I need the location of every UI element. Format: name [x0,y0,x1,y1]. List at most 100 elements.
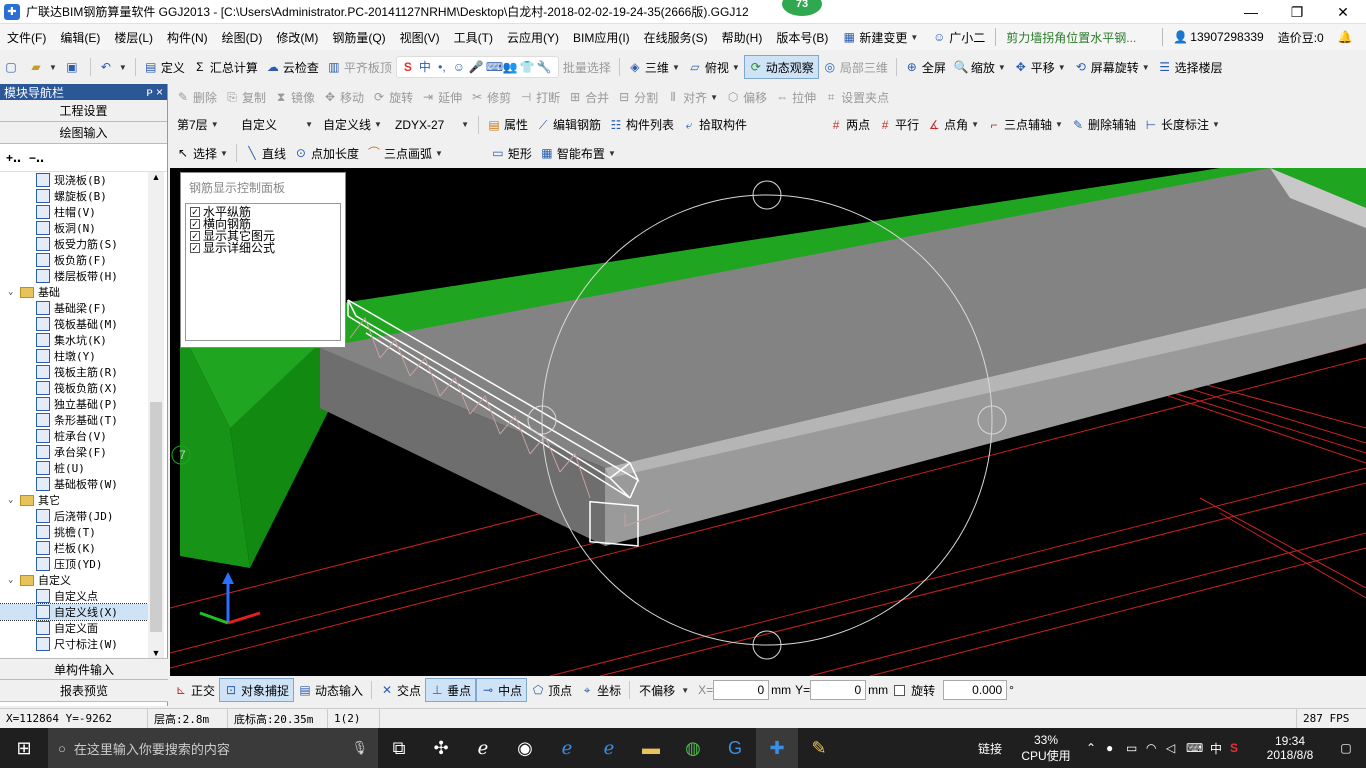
pin-icon[interactable]: ᴘ [146,85,152,99]
tree-scrollbar[interactable]: ▲ ▼ [148,172,164,658]
tree-item[interactable]: 板受力筋(S) [0,236,148,252]
scroll-down-icon[interactable]: ▼ [148,648,164,658]
tree-item[interactable]: 尺寸标注(W) [0,636,148,652]
tree-item[interactable]: 桩(U) [0,460,148,476]
tree-item[interactable]: 柱帽(V) [0,204,148,220]
two-points-button[interactable]: # 两点 [825,113,874,137]
copy-button[interactable]: ⎘ 复制 [221,85,270,109]
drawing-input-button[interactable]: 绘图输入 [0,122,167,144]
notes-app-icon[interactable]: ✎ [798,728,840,768]
x-input[interactable]: 0 [713,680,770,700]
3d-button[interactable]: ◈ 三维 ▼ [624,55,684,79]
menu-view[interactable]: 视图(V) [393,24,447,50]
collapse-chevron-icon[interactable]: ⌄ [8,495,18,505]
menu-rebar[interactable]: 钢筋量(Q) [325,24,392,50]
break-button[interactable]: ⊣ 打断 [515,85,564,109]
menu-help[interactable]: 帮助(H) [715,24,770,50]
restore-button[interactable]: ❐ [1274,0,1320,24]
tree-item[interactable]: 螺旋板(B) [0,188,148,204]
mirror-button[interactable]: ⧗ 镜像 [270,85,319,109]
scroll-up-icon[interactable]: ▲ [148,172,164,182]
user-account[interactable]: 👤 13907298339 [1166,24,1270,50]
property-button[interactable]: ▤ 属性 [483,113,532,137]
local-3d-button[interactable]: ◎ 局部三维 [819,55,892,79]
stretch-button[interactable]: ⇔ 拉伸 [771,85,820,109]
menu-member[interactable]: 构件(N) [160,24,215,50]
task-view-icon[interactable]: ⧉ [378,728,420,768]
ime-toolbar[interactable]: S 中 •, ☺ 🎤 ⌨ 👥 👕 🔧 [395,56,559,78]
tree-folder[interactable]: ⌄ 自定义 [0,572,148,588]
cpu-usage[interactable]: 33% CPU使用 [1016,728,1076,768]
extend-button[interactable]: ⇥ 延伸 [417,85,466,109]
guangxiaoer-button[interactable]: ☺ 广小二 [925,24,992,50]
menu-file[interactable]: 文件(F) [0,24,53,50]
menu-tools[interactable]: 工具(T) [447,24,500,50]
clock[interactable]: 19:34 2018/8/8 [1254,728,1326,768]
expand-all-icon[interactable]: +‥ [6,151,21,165]
tree-item[interactable]: 柱墩(Y) [0,348,148,364]
three-point-axis-button[interactable]: ⌐ 三点辅轴 ▼ [983,113,1067,137]
tree-item[interactable]: 基础板带(W) [0,476,148,492]
tree-item[interactable]: 后浇带(JD) [0,508,148,524]
tree-item[interactable]: 集水坑(K) [0,332,148,348]
screen-rotate-button[interactable]: ⟲ 屏幕旋转 ▼ [1070,55,1154,79]
collapse-all-icon[interactable]: −‥ [29,151,44,165]
intersection-snap-button[interactable]: ✕ 交点 [376,678,425,702]
tree-item[interactable]: 板负筋(F) [0,252,148,268]
new-change-button[interactable]: ▦ 新建变更 ▼ [835,24,925,50]
zoom-button[interactable]: 🔍 缩放 ▼ [950,55,1010,79]
battery-icon[interactable]: ▭ [1126,728,1146,768]
tree-item[interactable]: 栏板(K) [0,540,148,556]
tree-item[interactable]: 基础梁(F) [0,300,148,316]
file-explorer-icon[interactable]: ▬ [630,728,672,768]
edge-icon[interactable]: ℯ [546,728,588,768]
rotate-button[interactable]: ⟳ 旋转 [368,85,417,109]
midpoint-snap-button[interactable]: ⊸ 中点 [476,678,528,702]
3d-viewport[interactable]: 7 [170,168,1366,676]
subtype-select[interactable]: 自定义线 ▼ [318,115,390,135]
menu-online[interactable]: 在线服务(S) [637,24,715,50]
rotate-input[interactable]: 0.000 [943,680,1008,700]
collapse-chevron-icon[interactable]: ⌄ [8,287,18,297]
g-app-icon[interactable]: G [714,728,756,768]
object-snap-button[interactable]: ⊡ 对象捕捉 [219,678,295,702]
menu-floor[interactable]: 楼层(L) [107,24,160,50]
collapse-chevron-icon[interactable]: ⌄ [8,575,18,585]
tree-item[interactable]: 独立基础(P) [0,396,148,412]
fan-app-icon[interactable]: ✣ [420,728,462,768]
notice-link[interactable]: 剪力墙拐角位置水平钢... [999,24,1159,50]
batch-select-button[interactable]: 批量选择 [559,55,615,79]
tree-item[interactable]: 自定义面 [0,620,148,636]
offset-button[interactable]: ⬡ 偏移 [722,85,771,109]
type-select[interactable]: 自定义 ▼ [236,115,318,135]
sogou-tray-icon[interactable]: S [1230,728,1254,768]
single-input-button[interactable]: 单构件输入 [0,658,168,680]
pick-member-button[interactable]: ⤶ 拾取构件 [678,113,751,137]
tree-item[interactable]: 自定义点 [0,588,148,604]
menu-version[interactable]: 版本号(B) [769,24,835,50]
move-button[interactable]: ✥ 移动 [319,85,368,109]
define-button[interactable]: ▤ 定义 [140,55,189,79]
align-button[interactable]: ⫴ 对齐 ▼ [662,85,722,109]
dynamic-view-button[interactable]: ⟳ 动态观察 [743,55,819,79]
sum-calc-button[interactable]: Σ 汇总计算 [189,55,262,79]
tree-folder[interactable]: ⌄ 其它 [0,492,148,508]
ggj-app-icon[interactable]: ✚ [756,728,798,768]
trim-button[interactable]: ✂ 修剪 [466,85,515,109]
ime-indicator[interactable]: 中 [1210,728,1230,768]
line-button[interactable]: ╲ 直线 [241,141,290,165]
tree-item[interactable]: 条形基础(T) [0,412,148,428]
tree-item[interactable]: 挑檐(T) [0,524,148,540]
notification-badge[interactable]: 73 [780,0,824,18]
parallel-button[interactable]: # 平行 [874,113,923,137]
ie-icon[interactable]: ℯ [588,728,630,768]
menu-edit[interactable]: 编辑(E) [53,24,107,50]
engineering-settings-button[interactable]: 工程设置 [0,100,167,122]
volume-icon[interactable]: ◁ [1166,728,1186,768]
rotate-checkbox[interactable] [894,684,906,696]
point-length-button[interactable]: ⊙ 点加长度 [290,141,363,165]
floor-select[interactable]: 第7层 ▼ [172,115,236,135]
network-label[interactable]: 链接 [978,728,1002,768]
tree-item[interactable]: 承台梁(F) [0,444,148,460]
smart-place-button[interactable]: ▦ 智能布置 ▼ [536,141,620,165]
